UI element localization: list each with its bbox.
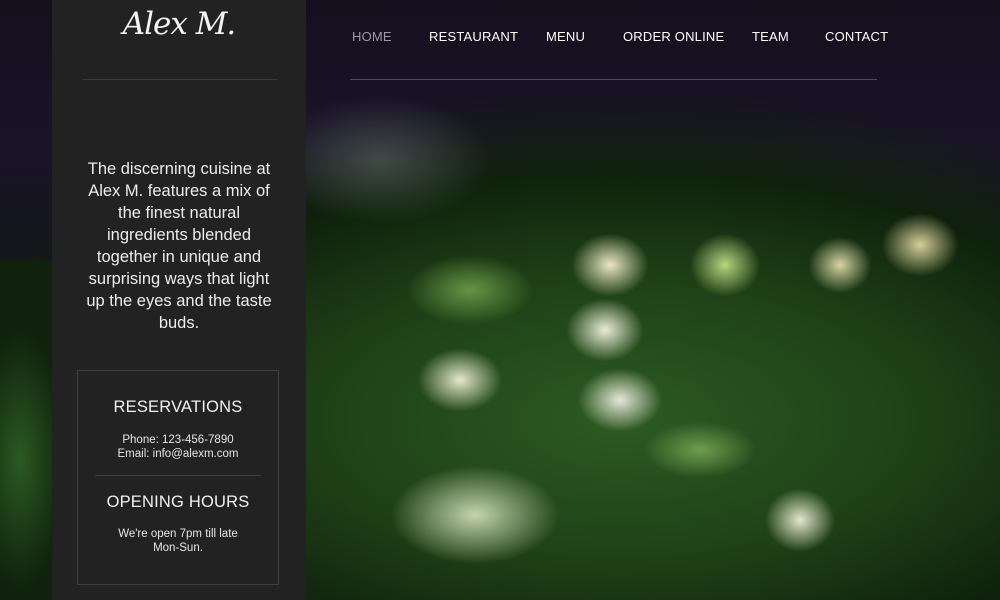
nav-item-menu[interactable]: MENU xyxy=(546,29,623,45)
sidebar: Alex M. The discerning cuisine at Alex M… xyxy=(52,0,306,600)
nav-item-contact[interactable]: CONTACT xyxy=(825,29,888,45)
nav-item-home[interactable]: HOME xyxy=(352,29,429,45)
nav-divider xyxy=(350,79,877,80)
site-logo[interactable]: Alex M. xyxy=(52,0,306,52)
reservations-email[interactable]: Email: info@alexm.com xyxy=(78,447,278,461)
nav-item-team[interactable]: TEAM xyxy=(752,29,825,45)
main-nav: HOME RESTAURANT MENU ORDER ONLINE TEAM C… xyxy=(352,29,888,45)
logo-divider xyxy=(82,79,278,80)
opening-days-line: Mon-Sun. xyxy=(153,542,203,554)
intro-text: The discerning cuisine at Alex M. featur… xyxy=(86,160,272,332)
nav-item-order-online[interactable]: ORDER ONLINE xyxy=(623,29,752,45)
opening-hours-heading: OPENING HOURS xyxy=(106,493,250,511)
opening-hours-line: We're open 7pm till late xyxy=(118,528,238,540)
opening-hours-details: We're open 7pm till late Mon-Sun. xyxy=(78,527,278,555)
reservations-details: Phone: 123-456-7890 Email: info@alexm.co… xyxy=(78,433,278,461)
reservations-phone: Phone: 123-456-7890 xyxy=(122,434,234,446)
hero-background-edge xyxy=(0,260,52,600)
reservations-heading: RESERVATIONS xyxy=(113,398,243,416)
nav-item-restaurant[interactable]: RESTAURANT xyxy=(429,29,546,45)
info-box: RESERVATIONS Phone: 123-456-7890 Email: … xyxy=(77,370,279,585)
info-divider xyxy=(95,475,261,476)
